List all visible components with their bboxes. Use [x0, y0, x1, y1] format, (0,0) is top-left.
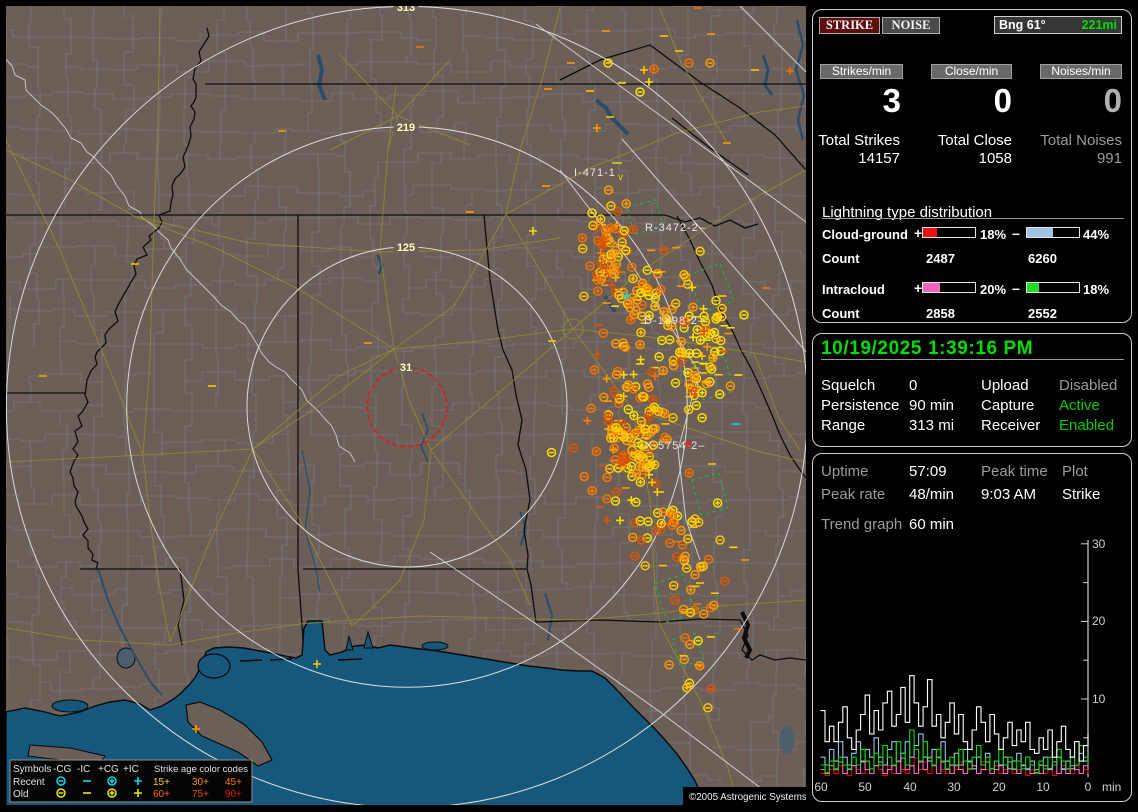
svg-text:45+: 45+	[225, 777, 242, 788]
svg-text:60: 60	[814, 780, 828, 794]
svg-text:+IC: +IC	[123, 764, 139, 775]
svg-text:D-1898-2–: D-1898-2–	[644, 315, 705, 327]
svg-text:min: min	[1102, 780, 1121, 794]
svg-text:30: 30	[947, 780, 961, 794]
svg-text:0: 0	[1085, 780, 1092, 794]
svg-text:30: 30	[1092, 537, 1106, 551]
svg-text:10: 10	[1092, 692, 1106, 706]
svg-text:I-471-1: I-471-1	[574, 167, 616, 179]
svg-text:20: 20	[1092, 614, 1106, 628]
svg-text:75+: 75+	[192, 789, 209, 800]
svg-text:313: 313	[397, 6, 415, 14]
svg-text:X-5754-2–: X-5754-2–	[645, 440, 705, 452]
svg-text:60+: 60+	[153, 789, 170, 800]
svg-text:-IC: -IC	[77, 764, 90, 775]
svg-text:90+: 90+	[225, 789, 242, 800]
svg-text:R-3472-2–: R-3472-2–	[645, 222, 706, 234]
svg-text:Old: Old	[13, 789, 29, 800]
svg-text:10: 10	[1036, 780, 1050, 794]
svg-text:125: 125	[397, 242, 415, 254]
svg-text:15+: 15+	[153, 777, 170, 788]
svg-text:Recent: Recent	[13, 777, 45, 788]
svg-text:40: 40	[903, 780, 917, 794]
svg-text:219: 219	[397, 122, 415, 134]
svg-text:©2005 Astrogenic Systems: ©2005 Astrogenic Systems	[689, 792, 806, 803]
svg-text:-CG: -CG	[53, 764, 72, 775]
svg-text:50: 50	[858, 780, 872, 794]
svg-text:+CG: +CG	[98, 764, 119, 775]
svg-text:31: 31	[400, 362, 412, 374]
svg-text:30+: 30+	[192, 777, 209, 788]
svg-text:Strike age color codes: Strike age color codes	[154, 764, 248, 775]
svg-text:Symbols: Symbols	[13, 764, 51, 775]
svg-text:v: v	[618, 172, 623, 183]
svg-text:20: 20	[992, 780, 1006, 794]
